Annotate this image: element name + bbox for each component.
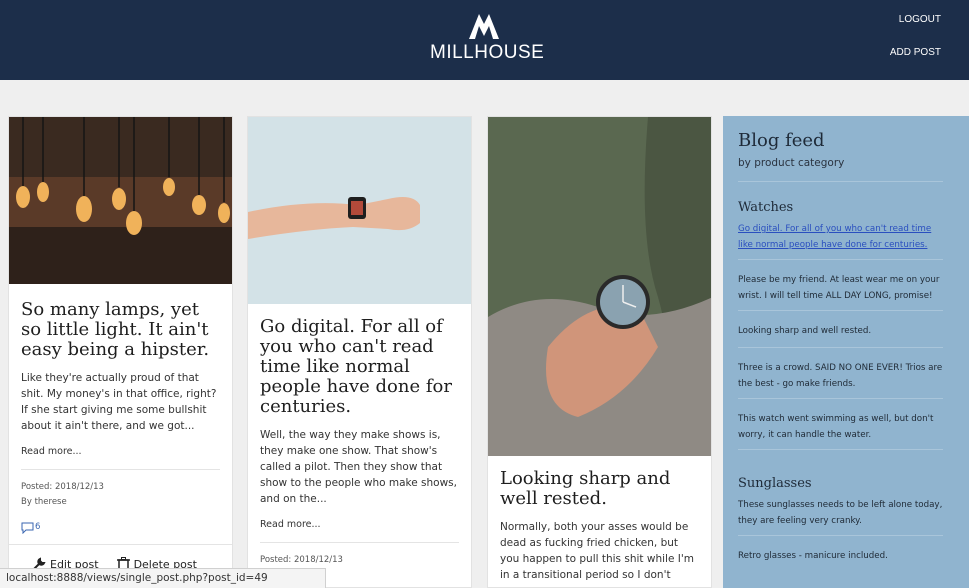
post-excerpt: Well, the way they make shows is, they m…: [260, 429, 457, 505]
comments-count[interactable]: 6: [21, 520, 220, 535]
logout-link[interactable]: LOGOUT: [890, 14, 941, 25]
post-date: Posted: 2018/12/13: [260, 555, 343, 565]
logo-text: MILLHOUSE: [430, 42, 545, 63]
read-more-link[interactable]: Read more...: [260, 519, 321, 530]
millhouse-logo-icon: [469, 14, 499, 39]
divider: [738, 449, 943, 450]
post-excerpt: Normally, both your asses would be dead …: [500, 521, 694, 587]
sidebar-subtitle: by product category: [738, 157, 845, 169]
post-card: So many lamps, yet so little light. It a…: [8, 116, 233, 588]
post-date: Posted: 2018/12/13: [21, 482, 104, 492]
post-card: Looking sharp and well rested. Normally,…: [487, 116, 712, 588]
category-heading-watches: Watches: [738, 200, 794, 215]
post-title[interactable]: Looking sharp and well rested.: [500, 469, 699, 509]
feed-item[interactable]: This watch went swimming as well, but do…: [738, 411, 943, 443]
divider: [738, 310, 943, 311]
browser-status-url: localhost:8888/views/single_post.php?pos…: [0, 568, 326, 588]
post-title[interactable]: So many lamps, yet so little light. It a…: [21, 300, 220, 360]
sidebar-title: Blog feed: [738, 130, 825, 151]
divider: [738, 398, 943, 399]
post-title[interactable]: Go digital. For all of you who can't rea…: [260, 317, 459, 417]
feed-item[interactable]: Go digital. For all of you who can't rea…: [738, 221, 943, 253]
feed-item-link[interactable]: Go digital. For all of you who can't rea…: [738, 224, 931, 250]
post-card: Go digital. For all of you who can't rea…: [247, 116, 472, 588]
feed-item[interactable]: Please be my friend. At least wear me on…: [738, 272, 943, 304]
digital-watch-image-icon: [248, 117, 471, 304]
lamps-image-icon: [9, 117, 232, 284]
divider: [738, 181, 943, 182]
category-heading-sunglasses: Sunglasses: [738, 476, 812, 491]
post-excerpt: Like they're actually proud of that shit…: [21, 372, 217, 432]
divider: [738, 259, 943, 260]
post-author: By therese: [21, 497, 67, 507]
blog-feed-sidebar: Blog feed by product category Watches Go…: [723, 116, 969, 588]
add-post-link[interactable]: ADD POST: [890, 47, 941, 58]
divider: [260, 542, 459, 543]
divider: [738, 347, 943, 348]
header-nav: LOGOUT ADD POST: [890, 14, 941, 58]
post-image-wrist-watch[interactable]: [488, 117, 711, 456]
read-more-link[interactable]: Read more...: [21, 446, 82, 457]
comment-icon: [21, 522, 34, 534]
feed-item[interactable]: Looking sharp and well rested.: [738, 323, 943, 339]
site-logo[interactable]: MILLHOUSE: [430, 12, 545, 68]
divider: [738, 535, 943, 536]
post-image-digital-watch[interactable]: [248, 117, 471, 304]
divider: [21, 469, 220, 470]
feed-item[interactable]: Retro glasses - manicure included.: [738, 548, 943, 564]
post-image-lamps[interactable]: [9, 117, 232, 284]
wrist-watch-image-icon: [488, 117, 711, 456]
comments-number: 6: [35, 522, 41, 532]
feed-item[interactable]: Three is a crowd. SAID NO ONE EVER! Trio…: [738, 360, 943, 392]
site-header: MILLHOUSE LOGOUT ADD POST: [0, 0, 969, 80]
feed-item[interactable]: These sunglasses needs to be left alone …: [738, 497, 943, 529]
